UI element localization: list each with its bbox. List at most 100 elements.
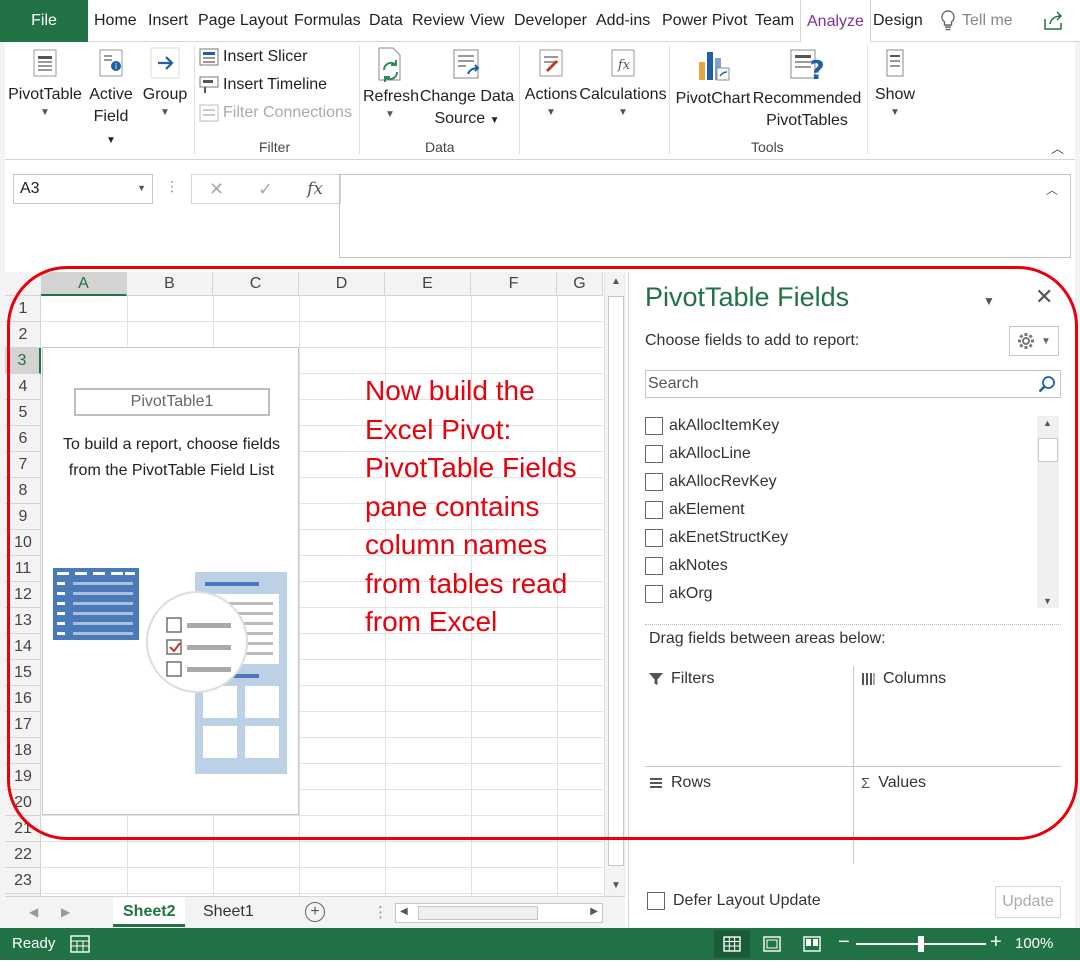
row-header-23[interactable]: 23 [5, 868, 41, 894]
vertical-scrollbar[interactable]: ▲ ▼ [604, 272, 626, 896]
scroll-down-icon[interactable]: ▼ [605, 880, 627, 891]
scroll-thumb[interactable] [1038, 438, 1058, 462]
row-header-14[interactable]: 14 [5, 634, 41, 660]
field-checkbox[interactable] [645, 584, 663, 603]
tab-insert[interactable]: Insert [148, 0, 188, 42]
tab-view[interactable]: View [470, 0, 504, 42]
normal-view-button[interactable] [714, 930, 750, 958]
sheet-tab-sheet1[interactable]: Sheet1 [193, 897, 264, 927]
add-sheet-icon[interactable]: + [305, 902, 325, 922]
collapse-formula-bar-icon[interactable]: ︿ [1046, 181, 1058, 198]
macro-recording-icon[interactable] [70, 935, 90, 953]
cancel-icon[interactable]: ✕ [209, 179, 224, 200]
tab-page-layout[interactable]: Page Layout [198, 0, 288, 42]
column-header-e[interactable]: E [385, 272, 471, 296]
row-header-13[interactable]: 13 [5, 608, 41, 634]
field-item-akallocline[interactable]: akAllocLine [645, 440, 751, 467]
row-header-5[interactable]: 5 [5, 400, 41, 426]
actions-button[interactable]: Actions ▼ [521, 46, 581, 120]
show-button[interactable]: Show ▼ [869, 46, 921, 120]
values-area[interactable]: Σ Values [857, 770, 1062, 868]
formula-input[interactable]: ︿ [339, 174, 1071, 258]
zoom-level[interactable]: 100% [1015, 935, 1053, 952]
field-checkbox[interactable] [645, 444, 663, 463]
filters-area[interactable]: Filters [645, 666, 850, 764]
field-checkbox[interactable] [645, 528, 663, 547]
group-button[interactable]: Group ▼ [139, 46, 191, 120]
zoom-out-button[interactable]: − [838, 931, 850, 954]
tab-developer[interactable]: Developer [514, 0, 587, 42]
active-field-button[interactable]: i Active Field ▼ [87, 46, 135, 152]
search-input[interactable] [646, 371, 1036, 397]
recommended-pivottables-button[interactable]: ? Recommended PivotTables [751, 46, 863, 132]
field-list-scrollbar[interactable]: ▲ ▼ [1037, 416, 1059, 608]
insert-timeline-button[interactable]: Insert Timeline [199, 76, 327, 94]
tab-split-grip-icon[interactable]: ⋮ [373, 903, 388, 921]
page-break-view-button[interactable] [794, 930, 830, 958]
horizontal-scrollbar[interactable]: ◀ ▶ [395, 903, 603, 923]
scroll-down-icon[interactable]: ▼ [1043, 596, 1052, 606]
field-search-box[interactable] [645, 370, 1061, 398]
insert-function-button[interactable]: fx [307, 179, 323, 199]
change-data-source-button[interactable]: Change Data Source ▼ [419, 46, 515, 132]
row-header-3[interactable]: 3 [5, 348, 41, 374]
refresh-button[interactable]: Refresh ▼ [363, 46, 419, 122]
row-header-6[interactable]: 6 [5, 426, 41, 452]
scroll-up-icon[interactable]: ▲ [1043, 418, 1052, 428]
row-header-21[interactable]: 21 [5, 816, 41, 842]
row-header-2[interactable]: 2 [5, 322, 41, 348]
scroll-up-icon[interactable]: ▲ [605, 276, 627, 287]
chevron-down-icon[interactable]: ▼ [137, 183, 146, 193]
tab-analyze[interactable]: Analyze [800, 0, 871, 43]
field-settings-button[interactable]: ▼ [1009, 326, 1059, 356]
field-item-aknotes[interactable]: akNotes [645, 552, 728, 579]
tab-formulas[interactable]: Formulas [294, 0, 361, 42]
scroll-thumb[interactable] [608, 296, 624, 866]
close-icon[interactable]: ✕ [1035, 284, 1053, 310]
pane-divider[interactable] [645, 624, 1061, 625]
row-header-22[interactable]: 22 [5, 842, 41, 868]
row-header-4[interactable]: 4 [5, 374, 41, 400]
column-header-b[interactable]: B [127, 272, 213, 296]
tab-data[interactable]: Data [369, 0, 403, 42]
formula-bar-grip-icon[interactable]: ⋮ [165, 178, 179, 195]
enter-icon[interactable]: ✓ [258, 179, 273, 200]
tab-file[interactable]: File [0, 0, 88, 42]
field-item-akallocitemkey[interactable]: akAllocItemKey [645, 412, 779, 439]
row-header-15[interactable]: 15 [5, 660, 41, 686]
tab-design[interactable]: Design [873, 0, 923, 42]
column-header-a[interactable]: A [41, 272, 127, 296]
row-header-1[interactable]: 1 [5, 296, 41, 322]
field-item-akorg[interactable]: akOrg [645, 580, 713, 607]
field-checkbox[interactable] [645, 556, 663, 575]
update-button[interactable]: Update [995, 886, 1061, 918]
zoom-in-button[interactable]: + [990, 931, 1002, 954]
row-header-10[interactable]: 10 [5, 530, 41, 556]
share-icon[interactable] [1042, 10, 1064, 32]
field-checkbox[interactable] [645, 472, 663, 491]
defer-layout-update[interactable]: Defer Layout Update [647, 892, 821, 910]
collapse-ribbon-icon[interactable]: ︿ [1051, 138, 1064, 157]
pane-options-chevron-icon[interactable]: ▼ [983, 294, 995, 308]
tab-home[interactable]: Home [94, 0, 137, 42]
pivotchart-button[interactable]: PivotChart [673, 46, 753, 110]
column-header-g[interactable]: G [557, 272, 603, 296]
row-header-8[interactable]: 8 [5, 478, 41, 504]
field-item-akenetstructkey[interactable]: akEnetStructKey [645, 524, 788, 551]
column-header-c[interactable]: C [213, 272, 299, 296]
row-header-20[interactable]: 20 [5, 790, 41, 816]
row-header-18[interactable]: 18 [5, 738, 41, 764]
tab-review[interactable]: Review [412, 0, 464, 42]
worksheet-grid[interactable]: ABCDEFG 1 2 3 4 5 6 7 8 9 10 11 12 13 14 15 16 17 18 19 20 2… [5, 272, 603, 896]
sheet-tab-sheet2[interactable]: Sheet2 [113, 897, 186, 927]
column-header-d[interactable]: D [299, 272, 385, 296]
rows-area[interactable]: Rows [645, 770, 850, 868]
filter-connections-button[interactable]: Filter Connections [199, 104, 352, 122]
calculations-button[interactable]: fx Calculations ▼ [579, 46, 667, 120]
row-header-12[interactable]: 12 [5, 582, 41, 608]
scroll-left-icon[interactable]: ◀ [400, 906, 408, 917]
row-header-11[interactable]: 11 [5, 556, 41, 582]
page-layout-view-button[interactable] [754, 930, 790, 958]
tab-team[interactable]: Team [755, 0, 794, 42]
pivottable-placeholder[interactable]: PivotTable1 To build a report, choose fi… [42, 347, 299, 815]
